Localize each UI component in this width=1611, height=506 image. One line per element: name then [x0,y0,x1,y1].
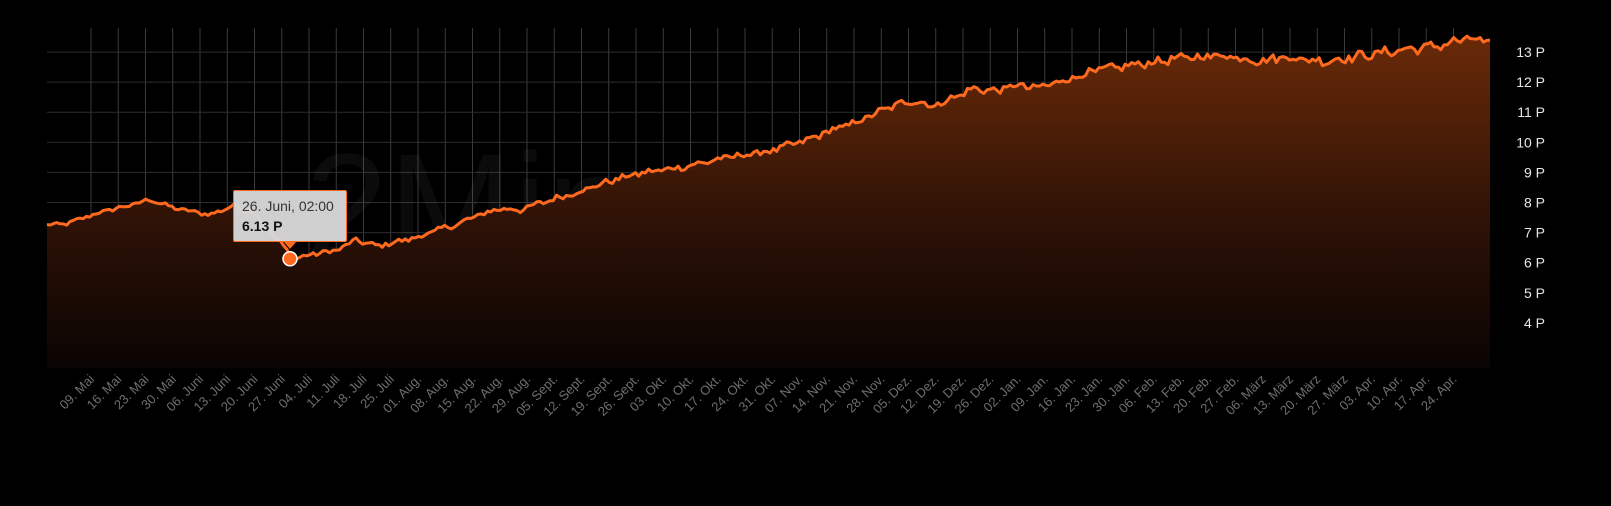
x-axis-ticks: 09. Mai16. Mai23. Mai30. Mai06. Juni13. … [56,371,1459,418]
hover-point-marker[interactable] [282,251,298,267]
y-tick-label: 10 P [1516,134,1545,150]
tooltip: 26. Juni, 02:00 6.13 P [233,190,347,242]
y-tick-label: 6 P [1524,255,1545,271]
hashrate-chart: 2Miners.com 4 P5 P6 P7 P8 P9 P10 P11 P12… [0,0,1611,506]
y-tick-label: 4 P [1524,315,1545,331]
y-tick-label: 7 P [1524,225,1545,241]
y-tick-label: 9 P [1524,164,1545,180]
y-tick-label: 8 P [1524,195,1545,211]
chart-svg: 2Miners.com 4 P5 P6 P7 P8 P9 P10 P11 P12… [46,28,1545,419]
tooltip-date: 26. Juni, 02:00 [242,198,334,214]
y-tick-label: 5 P [1524,285,1545,301]
y-tick-label: 12 P [1516,74,1545,90]
tooltip-value: 6.13 P [242,218,283,234]
y-tick-label: 13 P [1516,44,1545,60]
y-tick-label: 11 P [1517,104,1545,120]
y-axis-ticks: 4 P 5 P 6 P 7 P 8 P 9 P 10 P 11 P 12 P 13 P [1516,44,1545,331]
tooltip-pointer [284,242,296,249]
